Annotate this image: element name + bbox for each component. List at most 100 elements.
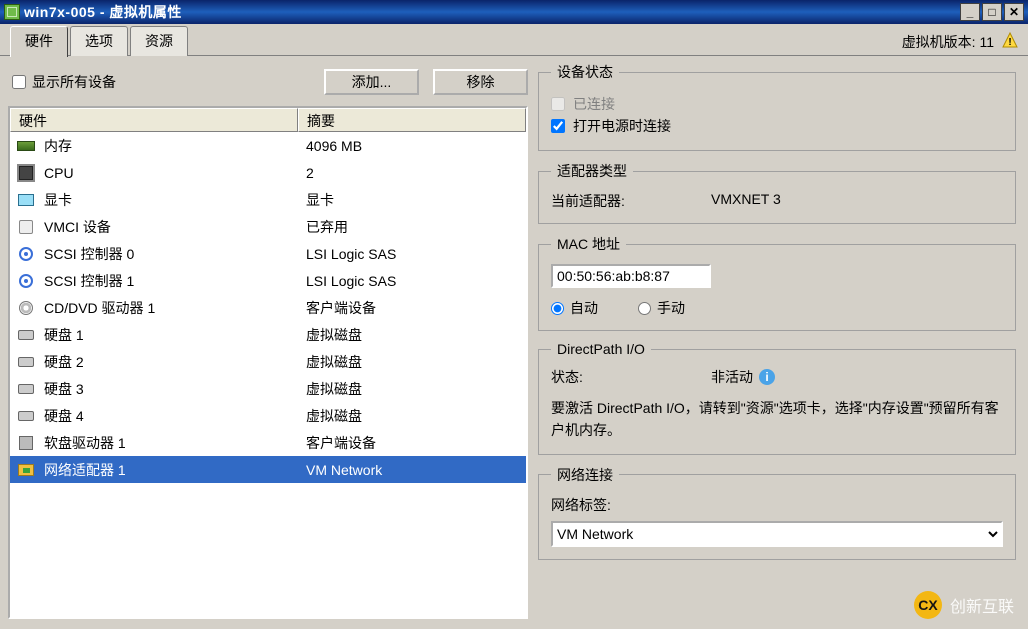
device-status-legend: 设备状态: [551, 62, 619, 82]
tab-hardware[interactable]: 硬件: [10, 26, 68, 57]
hardware-summary: 虚拟磁盘: [298, 325, 526, 345]
col-summary[interactable]: 摘要: [298, 108, 526, 132]
hardware-name: SCSI 控制器 1: [44, 271, 298, 291]
current-adapter-value: VMXNET 3: [711, 191, 781, 211]
hardware-summary: 虚拟磁盘: [298, 352, 526, 372]
cd-icon: [16, 298, 36, 318]
show-all-devices-checkbox[interactable]: [12, 75, 26, 89]
connect-on-power-checkbox[interactable]: [551, 119, 565, 133]
hardware-summary: 4096 MB: [298, 138, 526, 154]
show-all-devices-label: 显示所有设备: [32, 72, 116, 92]
hardware-name: 硬盘 4: [44, 406, 298, 426]
hardware-row[interactable]: 软盘驱动器 1客户端设备: [10, 429, 526, 456]
hardware-name: CD/DVD 驱动器 1: [44, 298, 298, 318]
window-buttons: _ □ ✕: [960, 3, 1024, 21]
hardware-name: 硬盘 2: [44, 352, 298, 372]
connected-label: 已连接: [573, 94, 615, 114]
hardware-name: 软盘驱动器 1: [44, 433, 298, 453]
network-label-select[interactable]: VM Network: [551, 521, 1003, 547]
watermark-text: 创新互联: [950, 593, 1014, 617]
hardware-summary: 虚拟磁盘: [298, 406, 526, 426]
hardware-name: 内存: [44, 136, 298, 156]
hardware-summary: 虚拟磁盘: [298, 379, 526, 399]
tab-resources[interactable]: 资源: [130, 26, 188, 56]
hardware-row[interactable]: VMCI 设备已弃用: [10, 213, 526, 240]
mac-manual-row[interactable]: 手动: [638, 298, 685, 318]
hardware-name: SCSI 控制器 0: [44, 244, 298, 264]
hardware-name: 网络适配器 1: [44, 460, 298, 480]
mac-manual-radio[interactable]: [638, 302, 651, 315]
disk-icon: [16, 406, 36, 426]
hardware-name: 显卡: [44, 190, 298, 210]
device-status-group: 设备状态 已连接 打开电源时连接: [538, 62, 1016, 151]
hardware-row[interactable]: 硬盘 4虚拟磁盘: [10, 402, 526, 429]
net-icon: [16, 460, 36, 480]
mac-auto-label: 自动: [570, 298, 598, 318]
hardware-name: 硬盘 1: [44, 325, 298, 345]
cpu-icon: [16, 163, 36, 183]
hardware-summary: 客户端设备: [298, 433, 526, 453]
tabsbar: 硬件 选项 资源 虚拟机版本: 11 !: [0, 24, 1028, 56]
network-label-text: 网络标签:: [551, 495, 1003, 515]
mac-legend: MAC 地址: [551, 234, 626, 254]
netconn-legend: 网络连接: [551, 465, 619, 485]
directpath-group: DirectPath I/O 状态: 非活动 i 要激活 DirectPath …: [538, 341, 1016, 455]
current-adapter-label: 当前适配器:: [551, 191, 711, 211]
mac-manual-label: 手动: [657, 298, 685, 318]
mac-auto-row[interactable]: 自动: [551, 298, 598, 318]
memory-icon: [16, 136, 36, 156]
hardware-row[interactable]: SCSI 控制器 1LSI Logic SAS: [10, 267, 526, 294]
hardware-summary: LSI Logic SAS: [298, 246, 526, 262]
vmci-icon: [16, 217, 36, 237]
hardware-name: VMCI 设备: [44, 217, 298, 237]
remove-button[interactable]: 移除: [433, 69, 528, 95]
directpath-status-value: 非活动: [711, 367, 753, 387]
maximize-button[interactable]: □: [982, 3, 1002, 21]
scsi-icon: [16, 244, 36, 264]
hardware-row[interactable]: 显卡显卡: [10, 186, 526, 213]
directpath-note: 要激活 DirectPath I/O，请转到"资源"选项卡，选择"内存设置"预留…: [551, 397, 1003, 442]
disk-icon: [16, 379, 36, 399]
hardware-row[interactable]: CD/DVD 驱动器 1客户端设备: [10, 294, 526, 321]
connect-on-power-label: 打开电源时连接: [573, 116, 671, 136]
video-icon: [16, 190, 36, 210]
adapter-type-group: 适配器类型 当前适配器: VMXNET 3: [538, 161, 1016, 224]
info-icon[interactable]: i: [759, 369, 775, 385]
titlebar: win7x-005 - 虚拟机属性 _ □ ✕: [0, 0, 1028, 24]
col-hardware[interactable]: 硬件: [10, 108, 298, 132]
hardware-summary: 显卡: [298, 190, 526, 210]
svg-text:!: !: [1008, 37, 1011, 48]
close-button[interactable]: ✕: [1004, 3, 1024, 21]
directpath-status-label: 状态:: [551, 367, 711, 387]
hardware-row[interactable]: SCSI 控制器 0LSI Logic SAS: [10, 240, 526, 267]
hardware-row[interactable]: 硬盘 3虚拟磁盘: [10, 375, 526, 402]
watermark-logo-icon: CX: [914, 591, 942, 619]
hardware-row[interactable]: 网络适配器 1VM Network: [10, 456, 526, 483]
hardware-row[interactable]: 内存4096 MB: [10, 132, 526, 159]
left-panel: 显示所有设备 添加... 移除 硬件 摘要 内存4096 MBCPU2显卡显卡V…: [8, 62, 528, 619]
hardware-summary: LSI Logic SAS: [298, 273, 526, 289]
show-all-devices-row[interactable]: 显示所有设备: [12, 72, 310, 92]
list-body[interactable]: 内存4096 MBCPU2显卡显卡VMCI 设备已弃用SCSI 控制器 0LSI…: [10, 132, 526, 617]
disk-icon: [16, 352, 36, 372]
adapter-type-legend: 适配器类型: [551, 161, 633, 181]
minimize-button[interactable]: _: [960, 3, 980, 21]
add-button[interactable]: 添加...: [324, 69, 419, 95]
hardware-row[interactable]: CPU2: [10, 159, 526, 186]
tab-options[interactable]: 选项: [70, 26, 128, 56]
mac-input[interactable]: [551, 264, 711, 288]
network-connection-group: 网络连接 网络标签: VM Network: [538, 465, 1016, 560]
hardware-name: 硬盘 3: [44, 379, 298, 399]
warning-icon: !: [1002, 32, 1018, 48]
list-header: 硬件 摘要: [10, 108, 526, 132]
hardware-row[interactable]: 硬盘 1虚拟磁盘: [10, 321, 526, 348]
directpath-legend: DirectPath I/O: [551, 341, 651, 357]
vm-version-label: 虚拟机版本: 11: [902, 32, 994, 52]
window-title: win7x-005 - 虚拟机属性: [24, 2, 960, 22]
hardware-name: CPU: [44, 165, 298, 181]
watermark: CX 创新互联: [914, 591, 1014, 619]
hardware-list: 硬件 摘要 内存4096 MBCPU2显卡显卡VMCI 设备已弃用SCSI 控制…: [8, 106, 528, 619]
mac-auto-radio[interactable]: [551, 302, 564, 315]
hardware-row[interactable]: 硬盘 2虚拟磁盘: [10, 348, 526, 375]
right-panel: 设备状态 已连接 打开电源时连接 适配器类型 当前适配器: VMXNET 3 M…: [538, 62, 1020, 619]
